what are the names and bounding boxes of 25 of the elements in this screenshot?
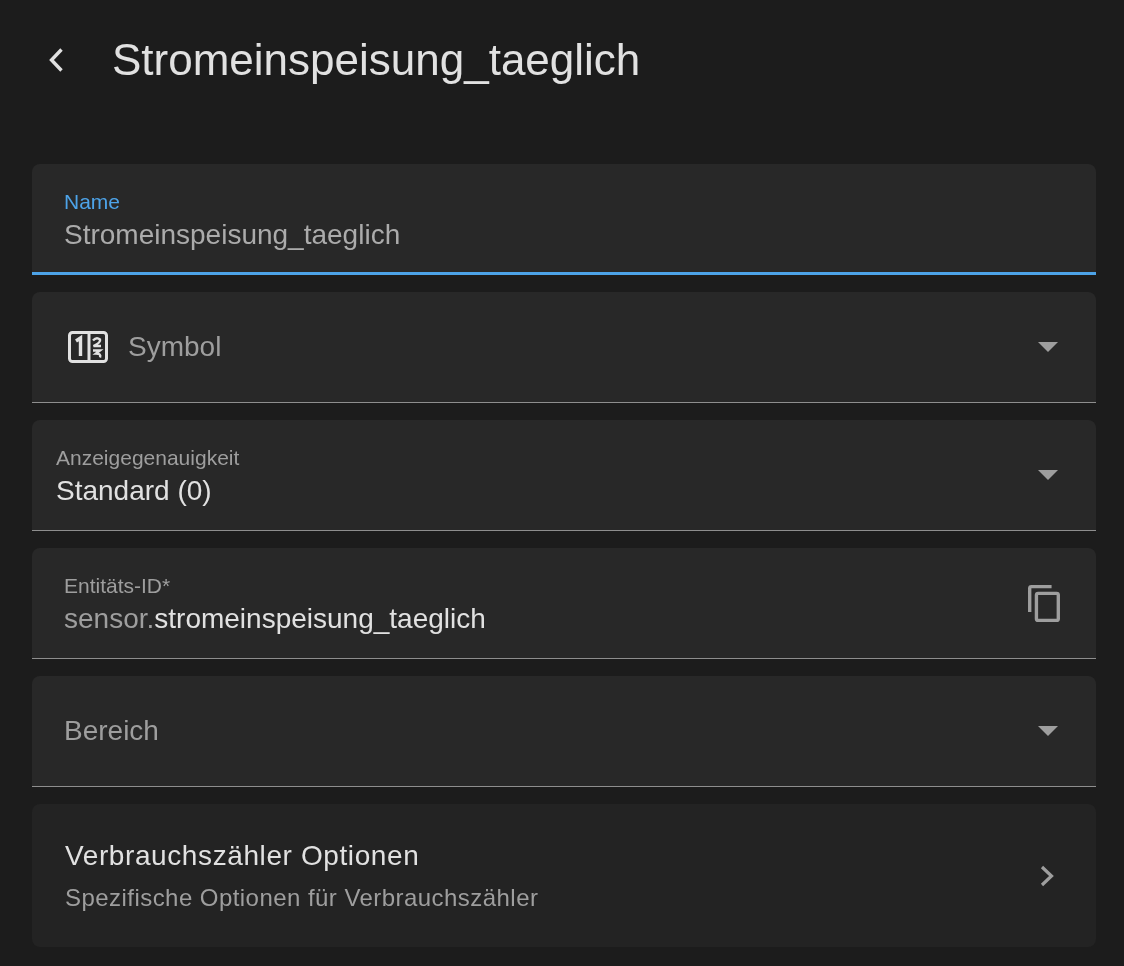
name-input[interactable]: Stromeinspeisung_taeglich (64, 218, 403, 252)
id-prefix: sensor. (64, 602, 155, 636)
counter-icon (68, 331, 108, 363)
text-field[interactable]: Entitäts-ID* sensor.stromeinspeisung_taeglich (32, 548, 1096, 659)
nav-card[interactable]: Verbrauchszähler Optionen Spezifische Optionen für Verbrauchszähler (32, 804, 1096, 947)
field-label: Entitäts-ID* (64, 574, 171, 598)
copy-icon[interactable] (1028, 584, 1060, 622)
entity-id-input[interactable]: stromeinspeisung_taeglich (154, 602, 489, 636)
page-title: Stromeinspeisung_taeglich (112, 34, 641, 86)
text-field[interactable]: Name Stromeinspeisung_taeglich (32, 164, 1096, 275)
caret-icon (1038, 342, 1058, 352)
chevron-right-icon (1040, 864, 1054, 887)
back-icon[interactable] (48, 47, 64, 73)
section-title: Verbrauchszähler Optionen (65, 839, 420, 873)
section-subtitle: Spezifische Optionen für Verbrauchszähler (65, 883, 539, 913)
field-label: Bereich (64, 714, 159, 748)
caret-icon (1038, 470, 1058, 480)
field-label: Anzeigegenauigkeit (56, 446, 240, 470)
field-label: Symbol (128, 330, 222, 364)
selected-value: Standard (0) (56, 474, 212, 508)
icon-picker-field[interactable]: Symbol (32, 292, 1096, 403)
select-field[interactable]: Anzeigegenauigkeit Standard (0) (32, 420, 1096, 531)
field-label: Name (64, 190, 121, 214)
dropdown-field[interactable]: Bereich (32, 676, 1096, 787)
caret-icon (1038, 726, 1058, 736)
